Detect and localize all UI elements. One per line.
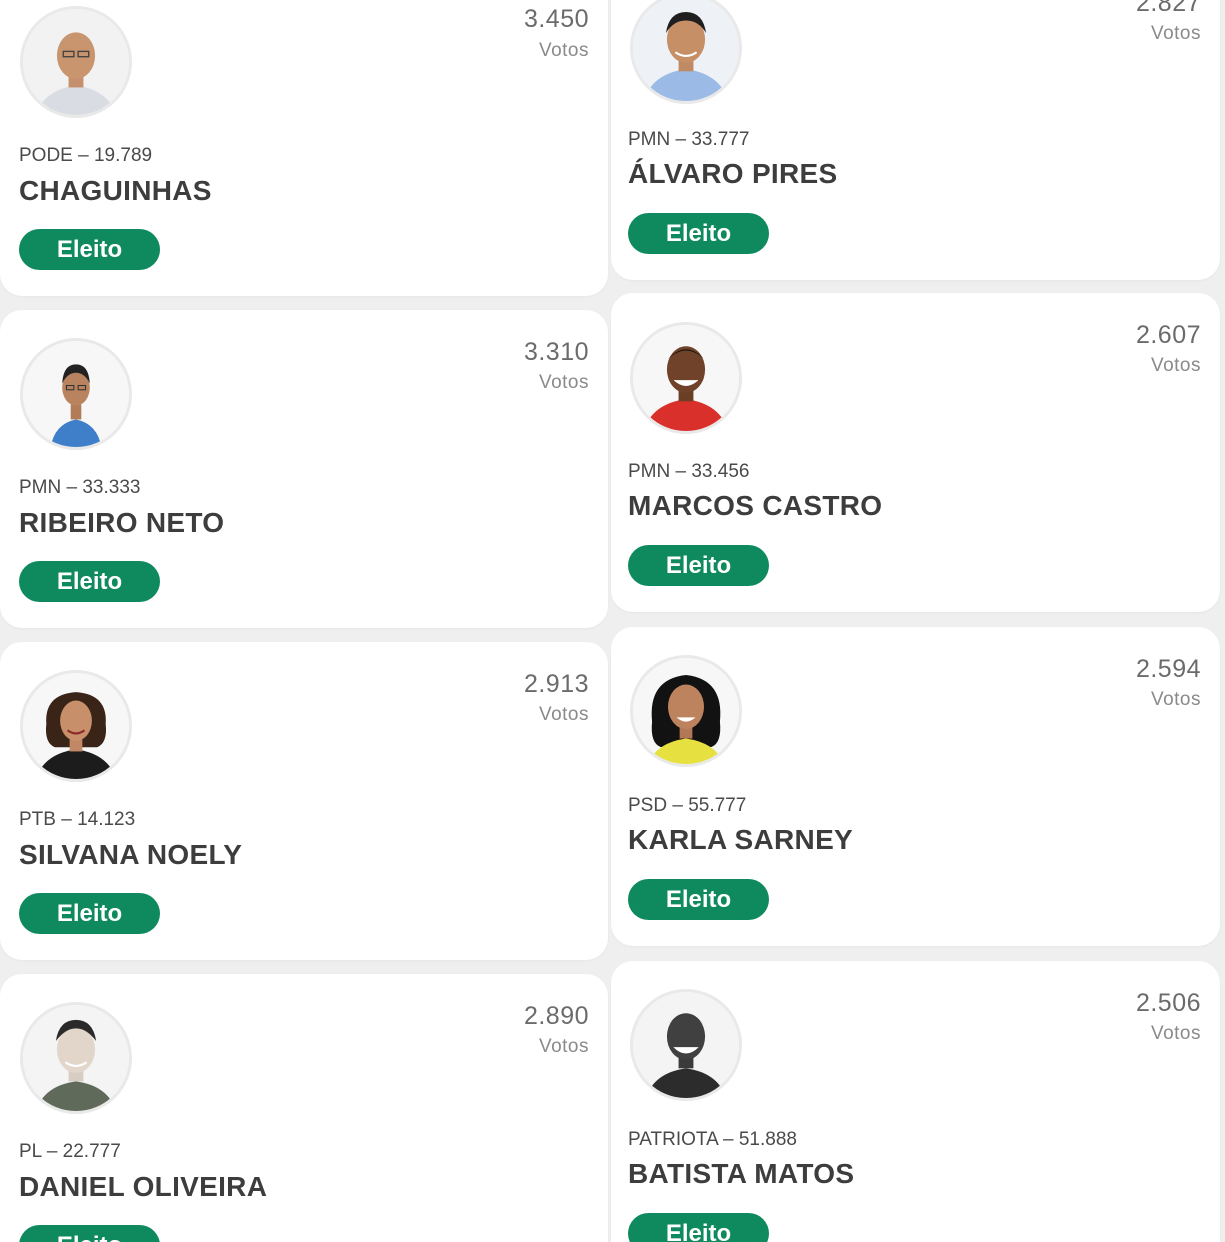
elected-badge[interactable]: Eleito (628, 879, 769, 920)
vote-label: Votos (538, 40, 589, 61)
party-number: PMN – 33.333 (19, 477, 141, 498)
candidate-card[interactable]: 2.890 Votos PL – 22.777 DANIEL OLIVEIRA … (0, 974, 608, 1242)
vote-label: Votos (1150, 689, 1201, 710)
elected-badge[interactable]: Eleito (19, 229, 160, 270)
candidate-name: BATISTA MATOS (628, 1158, 855, 1189)
vote-count: 2.890 (523, 1002, 589, 1030)
vote-count: 2.607 (1135, 321, 1201, 349)
party-number: PSD – 55.777 (628, 795, 747, 816)
candidate-name: ÁLVARO PIRES (628, 158, 838, 189)
vote-count: 2.827 (1135, 0, 1201, 17)
party-number: PODE – 19.789 (19, 145, 153, 166)
candidate-name: KARLA SARNEY (628, 824, 854, 855)
elected-badge[interactable]: Eleito (19, 893, 160, 934)
candidate-card[interactable]: 3.450 Votos PODE – 19.789 CHAGUINHAS Ele… (0, 0, 608, 296)
candidate-photo (630, 0, 742, 104)
vote-label: Votos (1150, 23, 1201, 44)
candidate-photo (20, 1002, 132, 1114)
elected-badge[interactable]: Eleito (628, 213, 769, 254)
vote-count: 2.913 (523, 670, 589, 698)
candidate-name: MARCOS CASTRO (628, 490, 883, 521)
vote-count: 2.506 (1135, 989, 1201, 1017)
candidate-card[interactable]: 2.607 Votos PMN – 33.456 MARCOS CASTRO E… (611, 293, 1220, 612)
candidate-results-list: 3.450 Votos PODE – 19.789 CHAGUINHAS Ele… (0, 0, 1225, 1242)
vote-count: 3.310 (523, 338, 589, 366)
candidate-card[interactable]: 2.506 Votos PATRIOTA – 51.888 BATISTA MA… (611, 961, 1220, 1242)
candidate-photo (20, 6, 132, 118)
vote-label: Votos (1150, 1023, 1201, 1044)
candidate-card[interactable]: 3.310 Votos PMN – 33.333 RIBEIRO NETO El… (0, 310, 608, 628)
candidate-name: SILVANA NOELY (19, 839, 243, 870)
vote-label: Votos (538, 704, 589, 725)
vote-label: Votos (538, 372, 589, 393)
candidate-card[interactable]: 2.594 Votos PSD – 55.777 KARLA SARNEY El… (611, 627, 1220, 946)
elected-badge[interactable]: Eleito (628, 1213, 769, 1242)
candidate-card[interactable]: 2.913 Votos PTB – 14.123 SILVANA NOELY E… (0, 642, 608, 960)
candidate-photo (630, 322, 742, 434)
elected-badge[interactable]: Eleito (19, 1225, 160, 1242)
candidate-name: CHAGUINHAS (19, 175, 212, 206)
party-number: PMN – 33.777 (628, 129, 750, 150)
vote-count: 3.450 (523, 5, 589, 33)
candidate-photo (630, 989, 742, 1101)
candidate-photo (20, 338, 132, 450)
vote-count: 2.594 (1135, 655, 1201, 683)
candidate-name: DANIEL OLIVEIRA (19, 1171, 268, 1202)
vote-label: Votos (1150, 355, 1201, 376)
candidate-photo (20, 670, 132, 782)
elected-badge[interactable]: Eleito (628, 545, 769, 586)
party-number: PTB – 14.123 (19, 809, 136, 830)
candidate-card[interactable]: 2.827 Votos PMN – 33.777 ÁLVARO PIRES El… (611, 0, 1220, 280)
candidate-name: RIBEIRO NETO (19, 507, 225, 538)
vote-label: Votos (538, 1036, 589, 1057)
candidate-photo (630, 655, 742, 767)
party-number: PL – 22.777 (19, 1141, 121, 1162)
elected-badge[interactable]: Eleito (19, 561, 160, 602)
party-number: PMN – 33.456 (628, 461, 750, 482)
party-number: PATRIOTA – 51.888 (628, 1129, 797, 1150)
